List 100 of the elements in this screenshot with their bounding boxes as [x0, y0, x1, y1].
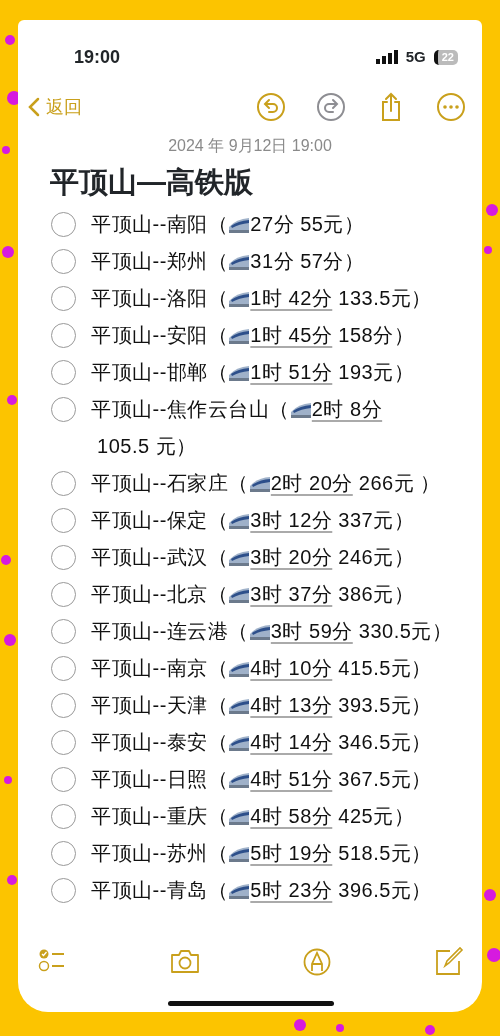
duration-link[interactable]: 3时 37分 [250, 582, 333, 605]
price-text: 367.5元） [337, 767, 432, 790]
price-text: 396.5元） [337, 878, 432, 901]
train-icon [228, 511, 251, 530]
confetti-dot [2, 146, 10, 154]
route-text: 平顶山--泰安（ [91, 730, 229, 753]
price-text: 346.5元） [337, 730, 432, 753]
checkbox[interactable] [51, 211, 76, 237]
route-text: 平顶山--天津（ [91, 693, 229, 716]
duration-link[interactable]: 5时 23分 [250, 878, 333, 901]
train-icon [228, 363, 251, 382]
price-text: 133.5元） [337, 286, 432, 309]
checkbox[interactable] [51, 877, 76, 903]
network-label: 5G [405, 46, 426, 67]
price-text: 55元） [299, 212, 365, 235]
train-icon [228, 733, 251, 752]
route-text: 平顶山--洛阳（ [91, 286, 229, 309]
checkbox[interactable] [51, 618, 76, 644]
checkbox[interactable] [51, 692, 76, 718]
confetti-dot [2, 246, 14, 258]
checkbox[interactable] [51, 507, 76, 533]
confetti-dot [4, 776, 12, 784]
checkbox[interactable] [51, 359, 76, 385]
route-text: 平顶山--南阳（ [91, 212, 229, 235]
signal-icon [375, 50, 398, 64]
chevron-left-icon [28, 97, 40, 117]
duration-link[interactable]: 1时 45分 [250, 323, 333, 346]
price-text: 元） [154, 434, 197, 457]
train-icon [248, 622, 271, 641]
duration-link[interactable]: 4时 10分 [250, 656, 333, 679]
checkbox[interactable] [51, 581, 76, 607]
price-text: 57分） [299, 249, 365, 272]
duration-link[interactable]: 1时 42分 [250, 286, 333, 309]
price-text: 393.5元） [337, 693, 432, 716]
duration-link[interactable]: 4时 58分 [250, 804, 333, 827]
train-icon [289, 400, 312, 419]
more-button[interactable] [436, 92, 466, 122]
price-text: 337元） [337, 508, 415, 531]
confetti-dot [336, 1024, 344, 1032]
price-text: 518.5元） [337, 841, 432, 864]
checkbox[interactable] [51, 766, 76, 792]
duration-link[interactable]: 3时 59分 [270, 619, 353, 642]
note-title: 平顶山—高铁版 [50, 166, 253, 198]
train-icon [228, 326, 251, 345]
route-text: 平顶山--苏州（ [91, 841, 229, 864]
confetti-dot [484, 889, 496, 901]
route-text: 平顶山--北京（ [91, 582, 229, 605]
status-time: 19:00 [74, 45, 121, 69]
route-text: 平顶山--日照（ [91, 767, 229, 790]
duration-link[interactable]: 2时 20分 [270, 471, 353, 494]
undo-button[interactable] [256, 92, 286, 122]
train-icon [228, 844, 251, 863]
train-icon [228, 289, 251, 308]
confetti-dot [5, 35, 15, 45]
confetti-dot [484, 246, 492, 254]
checkbox[interactable] [51, 248, 76, 274]
note-date: 2024 年 9月12日 19:00 [168, 137, 332, 154]
checkbox[interactable] [51, 803, 76, 829]
confetti-dot [1, 555, 11, 565]
route-text: 平顶山--重庆（ [91, 804, 229, 827]
duration-link[interactable]: 1时 51分 [250, 360, 333, 383]
train-icon [228, 696, 251, 715]
checkbox[interactable] [51, 322, 76, 348]
route-text: 平顶山--安阳（ [91, 323, 229, 346]
confetti-dot [7, 395, 17, 405]
checkbox[interactable] [51, 544, 76, 570]
route-text: 平顶山--邯郸（ [91, 360, 229, 383]
checkbox[interactable] [51, 470, 76, 496]
train-icon [228, 548, 251, 567]
confetti-dot [7, 875, 17, 885]
price-text: 386元） [337, 582, 415, 605]
price-text: 425元） [337, 804, 415, 827]
duration-text: 31分 [250, 249, 295, 272]
route-text: 平顶山--武汉（ [91, 545, 229, 568]
duration-link[interactable]: 4时 14分 [250, 730, 333, 753]
duration-link[interactable]: 3时 20分 [250, 545, 333, 568]
checkbox[interactable] [51, 729, 76, 755]
duration-link[interactable]: 3时 12分 [250, 508, 333, 531]
price-text: 415.5元） [337, 656, 432, 679]
price-text: 105.5 [96, 434, 150, 457]
route-text: 平顶山--焦作云台山（ [91, 397, 290, 420]
route-text: 平顶山--青岛（ [91, 878, 229, 901]
price-text: 266元 [357, 471, 415, 494]
checkbox[interactable] [51, 285, 76, 311]
price-text: 330.5元） [357, 619, 453, 642]
route-text: 平顶山--保定（ [91, 508, 229, 531]
duration-text: 27分 [250, 212, 295, 235]
duration-link[interactable]: 2时 8分 [311, 397, 383, 420]
duration-link[interactable]: 4时 51分 [250, 767, 333, 790]
checkbox[interactable] [51, 655, 76, 681]
duration-link[interactable]: 5时 19分 [250, 841, 333, 864]
duration-link[interactable]: 4时 13分 [250, 693, 333, 716]
train-icon [228, 881, 251, 900]
train-icon [228, 659, 251, 678]
train-icon [228, 807, 251, 826]
confetti-dot [4, 634, 16, 646]
checkbox[interactable] [51, 840, 76, 866]
battery-indicator: 22 [433, 49, 458, 65]
checkbox[interactable] [51, 396, 76, 422]
price-text: ） [419, 471, 441, 494]
